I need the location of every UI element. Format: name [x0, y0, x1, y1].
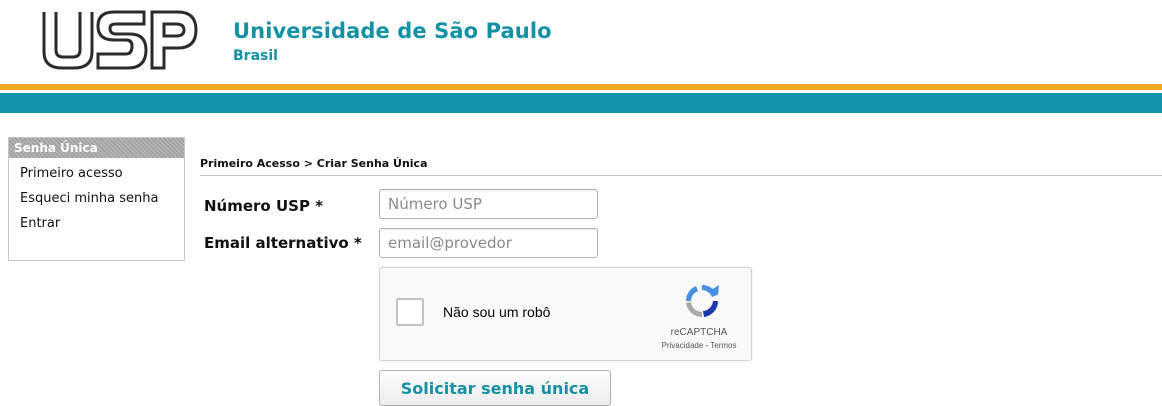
recaptcha-links: Privacidade - Termos [650, 341, 748, 350]
numero-usp-input[interactable] [379, 189, 598, 219]
recaptcha-widget: Não sou um robô reCAPTCHA Privacidade - … [379, 267, 752, 361]
recaptcha-checkbox[interactable] [396, 298, 424, 326]
email-alternativo-label: Email alternativo * [204, 234, 362, 252]
sidebar-item-entrar[interactable]: Entrar [9, 211, 184, 236]
university-title: Universidade de São Paulo [233, 19, 552, 43]
numero-usp-label: Número USP * [204, 197, 324, 215]
header-stripe-teal [0, 93, 1162, 113]
email-alternativo-input[interactable] [379, 228, 598, 258]
breadcrumb: Primeiro Acesso > Criar Senha Única [200, 157, 428, 170]
recaptcha-logo-icon [685, 284, 719, 318]
recaptcha-brand: reCAPTCHA [670, 327, 728, 338]
recaptcha-terms-link[interactable]: Termos [710, 341, 736, 350]
sidebar-menu: Senha Única Primeiro acesso Esqueci minh… [8, 137, 185, 261]
usp-logo [42, 10, 198, 70]
sidebar-header: Senha Única [9, 138, 184, 158]
breadcrumb-divider [200, 175, 1162, 176]
university-subtitle: Brasil [233, 48, 278, 64]
recaptcha-label: Não sou um robô [443, 304, 551, 320]
sidebar-item-primeiro-acesso[interactable]: Primeiro acesso [9, 161, 184, 186]
sidebar-item-esqueci-senha[interactable]: Esqueci minha senha [9, 186, 184, 211]
recaptcha-privacy-link[interactable]: Privacidade [661, 341, 703, 350]
